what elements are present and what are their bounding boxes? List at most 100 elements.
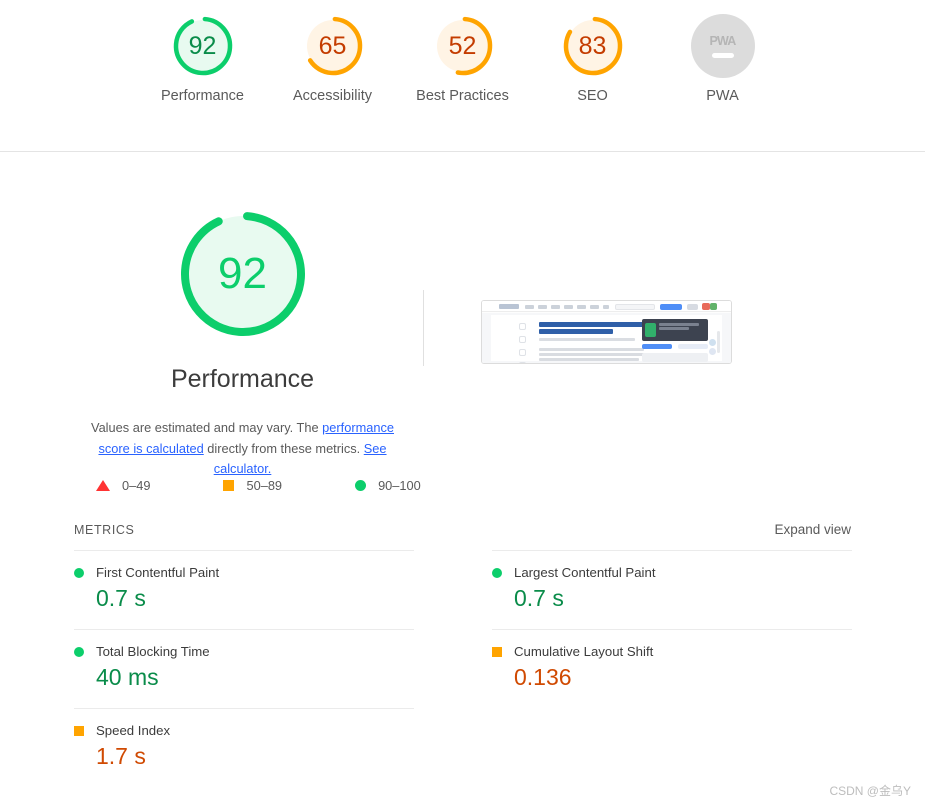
lighthouse-report: 92 Performance 65 Accessibility 52 Best …	[0, 0, 925, 805]
thumb-avatar	[710, 303, 717, 310]
circle-pass-icon	[74, 567, 84, 578]
legend-range-pass: 90–100	[378, 478, 421, 493]
metric-total-blocking-time[interactable]: Total Blocking Time 40 ms	[74, 629, 414, 708]
gauge-pwa[interactable]: PWA PWA	[675, 14, 771, 107]
gauge-score-performance: 92	[188, 31, 217, 60]
circle-pass-icon	[492, 567, 502, 578]
metrics-header: METRICS Expand view	[74, 522, 851, 537]
metrics-section-title: METRICS	[74, 523, 135, 537]
gauge-performance[interactable]: 92 Performance	[155, 14, 251, 107]
expand-view-button[interactable]: Expand view	[774, 522, 851, 537]
thumb-nav-item	[564, 305, 573, 309]
csdn-watermark: CSDN @金乌Y	[829, 784, 911, 798]
thumb-rail-icon	[519, 336, 526, 343]
performance-gauge: 92	[175, 206, 311, 342]
thumb-sidebar-block	[642, 353, 708, 362]
gauge-label-pwa: PWA	[706, 88, 739, 104]
pwa-dash-icon	[711, 53, 734, 58]
thumb-search-box	[615, 303, 655, 310]
legend-item-average: 50–89	[223, 478, 282, 493]
thumb-nav-item	[577, 305, 586, 309]
header-divider	[0, 151, 925, 152]
triangle-fail-icon	[96, 480, 110, 491]
page-screenshot-thumbnail	[481, 300, 732, 364]
thumb-body	[482, 313, 731, 363]
gauge-ring-seo: 83	[561, 14, 625, 78]
metric-first-contentful-paint[interactable]: First Contentful Paint 0.7 s	[74, 550, 414, 629]
thumb-scrollbar	[717, 331, 720, 353]
thumb-rail-icon	[519, 323, 526, 330]
metric-name: Speed Index	[96, 723, 171, 738]
thumb-card-button-primary	[642, 344, 672, 349]
performance-disclaimer: Values are estimated and may vary. The p…	[88, 418, 398, 480]
disclaimer-text-1: Values are estimated and may vary. The	[90, 420, 323, 435]
metric-name: First Contentful Paint	[96, 565, 220, 580]
legend-item-fail: 0–49	[96, 478, 150, 493]
gauge-accessibility[interactable]: 65 Accessibility	[285, 14, 381, 107]
metric-name: Largest Contentful Paint	[514, 565, 656, 580]
disclaimer-text-2: directly from these metrics.	[203, 440, 364, 456]
legend-range-average: 50–89	[246, 478, 283, 493]
metric-header: Largest Contentful Paint	[492, 565, 852, 580]
thumb-avatar	[687, 303, 698, 310]
circle-pass-icon	[355, 480, 367, 491]
gauge-best-practices[interactable]: 52 Best Practices	[415, 14, 511, 107]
thumb-site-logo	[499, 304, 519, 309]
metric-value: 1.7 s	[96, 743, 146, 769]
performance-summary: 92 Performance Values are estimated and …	[70, 206, 415, 480]
thumb-primary-button	[660, 303, 682, 310]
score-gauges-strip: 92 Performance 65 Accessibility 52 Best …	[0, 0, 925, 107]
thumb-nav-item	[551, 305, 560, 309]
performance-score: 92	[218, 249, 267, 298]
gauge-label-accessibility: Accessibility	[293, 88, 372, 104]
gauge-seo[interactable]: 83 SEO	[545, 14, 641, 107]
thumb-promo-stats	[645, 333, 705, 336]
thumb-paragraph-line	[539, 353, 647, 356]
thumb-rail-icon	[519, 362, 526, 363]
thumb-article-title	[539, 322, 659, 327]
metric-name: Total Blocking Time	[96, 644, 210, 659]
thumb-nav-item	[590, 305, 599, 309]
thumb-article-title-line2	[539, 329, 613, 334]
legend-range-fail: 0–49	[122, 478, 151, 493]
thumb-article-sheet	[491, 315, 722, 363]
metric-value: 40 ms	[96, 664, 159, 690]
thumb-floating-button	[709, 339, 716, 346]
thumb-topbar	[482, 301, 731, 312]
metric-header: Speed Index	[74, 723, 414, 738]
thumbnail-content	[482, 301, 731, 363]
thumb-promo-line	[659, 327, 689, 330]
gauge-label-performance: Performance	[160, 88, 244, 104]
gauge-ring-performance: 92	[171, 14, 235, 78]
gauge-ring-accessibility: 65	[301, 14, 365, 78]
metric-cumulative-layout-shift[interactable]: Cumulative Layout Shift 0.136	[492, 629, 852, 708]
thumb-rail-icon	[519, 349, 526, 356]
metric-value: 0.7 s	[514, 585, 564, 611]
metric-value: 0.7 s	[96, 585, 146, 611]
thumb-nav-item	[525, 305, 534, 309]
square-average-icon	[492, 646, 502, 657]
thumb-floating-button	[709, 348, 716, 355]
metrics-grid-spacer	[492, 708, 852, 787]
gauge-label-best-practices: Best Practices	[416, 88, 509, 104]
circle-pass-icon	[74, 646, 84, 657]
square-average-icon	[223, 480, 235, 491]
thumb-card-button-secondary	[678, 344, 708, 349]
square-average-icon	[74, 725, 84, 736]
gauge-score-accessibility: 65	[318, 31, 347, 60]
gauge-score-seo: 83	[578, 31, 607, 60]
thumb-paragraph-line	[539, 348, 644, 351]
metric-speed-index[interactable]: Speed Index 1.7 s	[74, 708, 414, 787]
metric-name: Cumulative Layout Shift	[514, 644, 654, 659]
thumb-left-rail	[519, 323, 528, 363]
score-legend: 0–49 50–89 90–100	[96, 478, 421, 493]
thumb-article-meta	[539, 338, 635, 341]
thumb-avatar	[702, 303, 710, 310]
thumb-nav-item	[603, 305, 609, 309]
gauge-ring-best-practices: 52	[431, 14, 495, 78]
gauge-score-best-practices: 52	[448, 31, 477, 60]
thumb-card-buttons	[642, 344, 708, 349]
thumb-promo-line	[659, 323, 699, 326]
legend-item-pass: 90–100	[355, 478, 421, 493]
metric-largest-contentful-paint[interactable]: Largest Contentful Paint 0.7 s	[492, 550, 852, 629]
